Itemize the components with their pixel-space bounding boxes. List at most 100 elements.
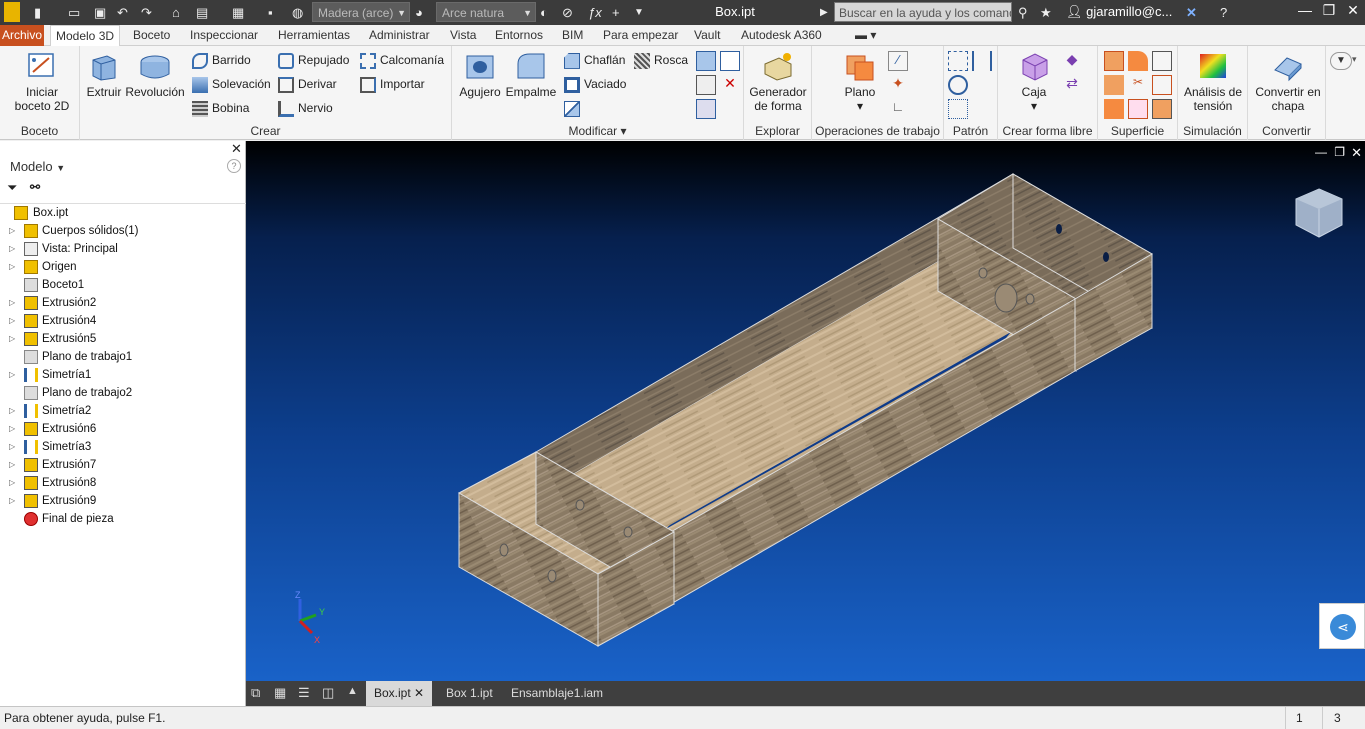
- trim-icon[interactable]: ✂: [1128, 75, 1148, 95]
- view-cube[interactable]: [1292, 185, 1346, 239]
- freeform-convert-icon[interactable]: ⇄: [1062, 75, 1082, 95]
- expand-icon[interactable]: ▷: [9, 456, 15, 474]
- save-icon[interactable]: ▣: [94, 4, 106, 21]
- expand-icon[interactable]: ▷: [9, 294, 15, 312]
- horizontal-icon[interactable]: ☰: [298, 685, 310, 701]
- ruled-surface-icon[interactable]: [1104, 99, 1124, 119]
- delete-face-icon[interactable]: [696, 75, 716, 95]
- expand-icon[interactable]: ▷: [9, 420, 15, 438]
- browser-title-dropdown[interactable]: Modelo ▼: [10, 159, 65, 174]
- minimize-button[interactable]: —: [1294, 2, 1316, 18]
- freeform-edit-icon[interactable]: ◆: [1062, 51, 1082, 71]
- tab-vault[interactable]: Vault: [689, 25, 725, 46]
- extend-icon[interactable]: [1152, 75, 1172, 95]
- cascade-icon[interactable]: ⧉: [251, 685, 260, 701]
- hole-button[interactable]: Agujero: [456, 50, 504, 99]
- browser-close-icon[interactable]: ✕: [231, 141, 242, 157]
- help-icon[interactable]: ?: [1220, 4, 1227, 21]
- tab-bim[interactable]: BIM: [557, 25, 588, 46]
- ribbon-options-icon[interactable]: ▬ ▾: [850, 25, 881, 46]
- measure-icon[interactable]: ▪: [268, 4, 273, 21]
- work-plane-button[interactable]: Plano ▾: [840, 50, 880, 113]
- extrude-button[interactable]: Extruir: [84, 50, 124, 99]
- doc-tab-assembly[interactable]: Ensamblaje1.iam: [503, 681, 611, 706]
- expand-icon[interactable]: ▷: [9, 258, 15, 276]
- expand-icon[interactable]: ▷: [9, 240, 15, 258]
- convert-sheet-metal-button[interactable]: Convertir en chapa: [1250, 50, 1326, 113]
- combine-icon[interactable]: [696, 51, 716, 71]
- new-icon[interactable]: ▮: [34, 4, 41, 21]
- rectangular-pattern-icon[interactable]: [948, 51, 968, 71]
- tab-autodesk-a360[interactable]: Autodesk A360: [736, 25, 827, 46]
- binoculars-icon[interactable]: ⚲: [1018, 4, 1028, 21]
- search-expand-icon[interactable]: ▶: [820, 4, 828, 21]
- redo-icon[interactable]: ↷: [141, 4, 152, 21]
- sketch-pattern-icon[interactable]: [948, 99, 968, 119]
- freeform-box-button[interactable]: Caja ▾: [1014, 50, 1054, 113]
- thicken-icon[interactable]: [720, 51, 740, 71]
- tab-inspeccionar[interactable]: Inspeccionar: [185, 25, 263, 46]
- tab-para-empezar[interactable]: Para empezar: [598, 25, 683, 46]
- browser-help-icon[interactable]: ?: [227, 159, 241, 173]
- replace-face-icon[interactable]: [1128, 99, 1148, 119]
- emboss-button[interactable]: Repujado: [278, 50, 349, 72]
- favorites-star-icon[interactable]: ★: [1040, 4, 1052, 21]
- fx-icon[interactable]: ƒx: [588, 4, 602, 21]
- loft-button[interactable]: Solevación: [192, 74, 271, 96]
- sweep-button[interactable]: Barrido: [192, 50, 251, 72]
- work-axis-icon[interactable]: ∕: [888, 51, 908, 71]
- expand-icon[interactable]: ▷: [9, 492, 15, 510]
- thicken-offset-icon[interactable]: [1104, 51, 1124, 71]
- share-button[interactable]: ⋖: [1319, 603, 1365, 649]
- user-account[interactable]: 👤︎ gjaramillo@c...: [1066, 4, 1172, 20]
- doc-tab-box[interactable]: Box.ipt ✕: [366, 681, 433, 706]
- start-sketch-button[interactable]: Iniciar boceto 2D: [10, 50, 74, 113]
- material-dropdown[interactable]: Madera (arce) ▼: [312, 2, 410, 22]
- find-binoculars-icon[interactable]: ⚯: [30, 180, 40, 194]
- app-logo-icon[interactable]: [4, 2, 20, 22]
- coil-button[interactable]: Bobina: [192, 98, 249, 120]
- expand-icon[interactable]: ▷: [9, 366, 15, 384]
- revolve-button[interactable]: Revolución: [124, 50, 186, 99]
- vertical-icon[interactable]: ◫: [322, 685, 334, 701]
- tab-administrar[interactable]: Administrar: [364, 25, 435, 46]
- close-button[interactable]: ✕: [1342, 2, 1364, 19]
- tab-archivo[interactable]: Archivo: [0, 25, 44, 46]
- adjust-icon[interactable]: ◐: [540, 4, 548, 21]
- remove-icon[interactable]: ✕: [720, 75, 740, 95]
- tab-boceto[interactable]: Boceto: [128, 25, 175, 46]
- stitch-icon[interactable]: [1128, 51, 1148, 71]
- shape-generator-button[interactable]: Generador de forma: [746, 50, 810, 113]
- move-face-icon[interactable]: [696, 99, 716, 119]
- repair-bodies-icon[interactable]: [1152, 99, 1172, 119]
- ucs-icon[interactable]: ∟: [888, 99, 908, 119]
- maximize-button[interactable]: ❐: [1318, 2, 1340, 19]
- appearance-dropdown[interactable]: Arce natura ▼: [436, 2, 536, 22]
- expand-icon[interactable]: ▷: [9, 474, 15, 492]
- tab-vista[interactable]: Vista: [445, 25, 481, 46]
- select-icon[interactable]: ▦: [232, 4, 244, 21]
- derive-button[interactable]: Derivar: [278, 74, 337, 96]
- expand-icon[interactable]: ▷: [9, 402, 15, 420]
- ribbon-more-icon[interactable]: ▾: [1352, 54, 1357, 65]
- color-icon[interactable]: ◕: [415, 4, 423, 21]
- clear-appearance-icon[interactable]: ⊘: [562, 4, 573, 21]
- tab-entornos[interactable]: Entornos: [490, 25, 548, 46]
- thread-button[interactable]: Rosca: [634, 50, 688, 72]
- box-model[interactable]: [246, 141, 1365, 681]
- ribbon-dropdown-icon[interactable]: ▼: [1330, 52, 1352, 70]
- split-button[interactable]: [564, 98, 584, 120]
- sculpt-icon[interactable]: [1152, 51, 1172, 71]
- import-button[interactable]: Importar: [360, 74, 425, 96]
- open-icon[interactable]: ▭: [68, 4, 80, 21]
- help-search-input[interactable]: Buscar en la ayuda y los comandos: [834, 2, 1012, 22]
- shell-button[interactable]: Vaciado: [564, 74, 626, 96]
- undo-icon[interactable]: ↶: [117, 4, 128, 21]
- mirror-icon[interactable]: [972, 51, 992, 71]
- modificar-group-menu[interactable]: Modificar ▾: [452, 124, 743, 138]
- expand-icon[interactable]: ▷: [9, 222, 15, 240]
- expand-icon[interactable]: ▷: [9, 330, 15, 348]
- web-icon[interactable]: ◍: [292, 4, 303, 21]
- close-tab-icon[interactable]: ✕: [414, 686, 424, 700]
- decal-button[interactable]: Calcomanía: [360, 50, 444, 72]
